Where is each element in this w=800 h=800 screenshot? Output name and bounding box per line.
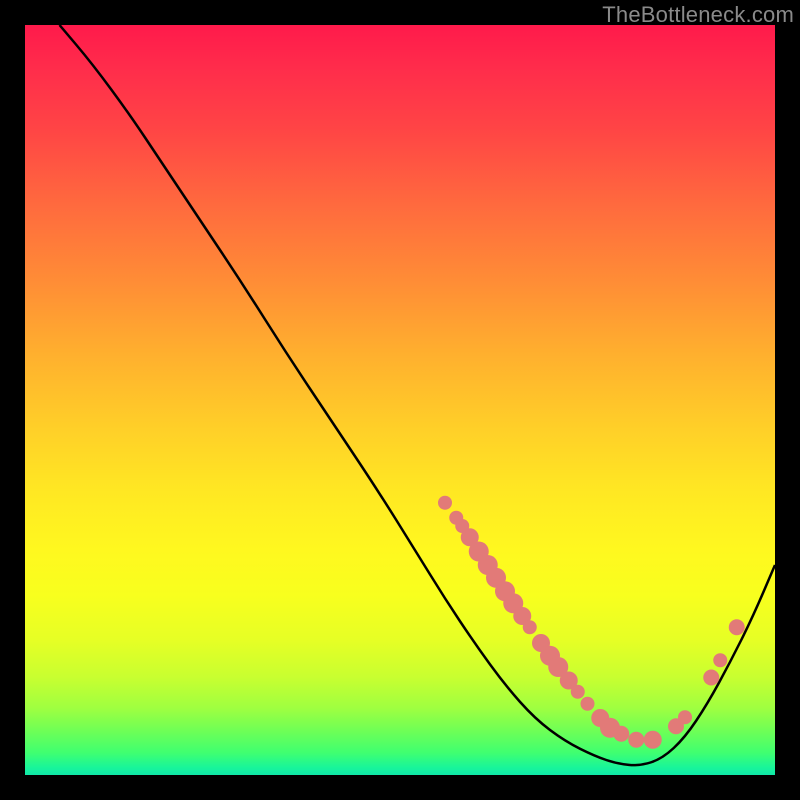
- watermark-label: TheBottleneck.com: [602, 2, 794, 28]
- data-point: [703, 670, 719, 686]
- data-point: [729, 619, 745, 635]
- bottleneck-curve: [60, 25, 776, 765]
- data-point: [713, 653, 727, 667]
- chart-frame: TheBottleneck.com: [0, 0, 800, 800]
- data-point: [581, 697, 595, 711]
- scatter-group: [438, 496, 745, 749]
- data-point: [678, 710, 692, 724]
- chart-svg: [25, 25, 775, 775]
- data-point: [523, 620, 537, 634]
- data-point: [613, 726, 629, 742]
- plot-area: [25, 25, 775, 775]
- data-point: [571, 685, 585, 699]
- data-point: [628, 732, 644, 748]
- data-point: [644, 731, 662, 749]
- data-point: [438, 496, 452, 510]
